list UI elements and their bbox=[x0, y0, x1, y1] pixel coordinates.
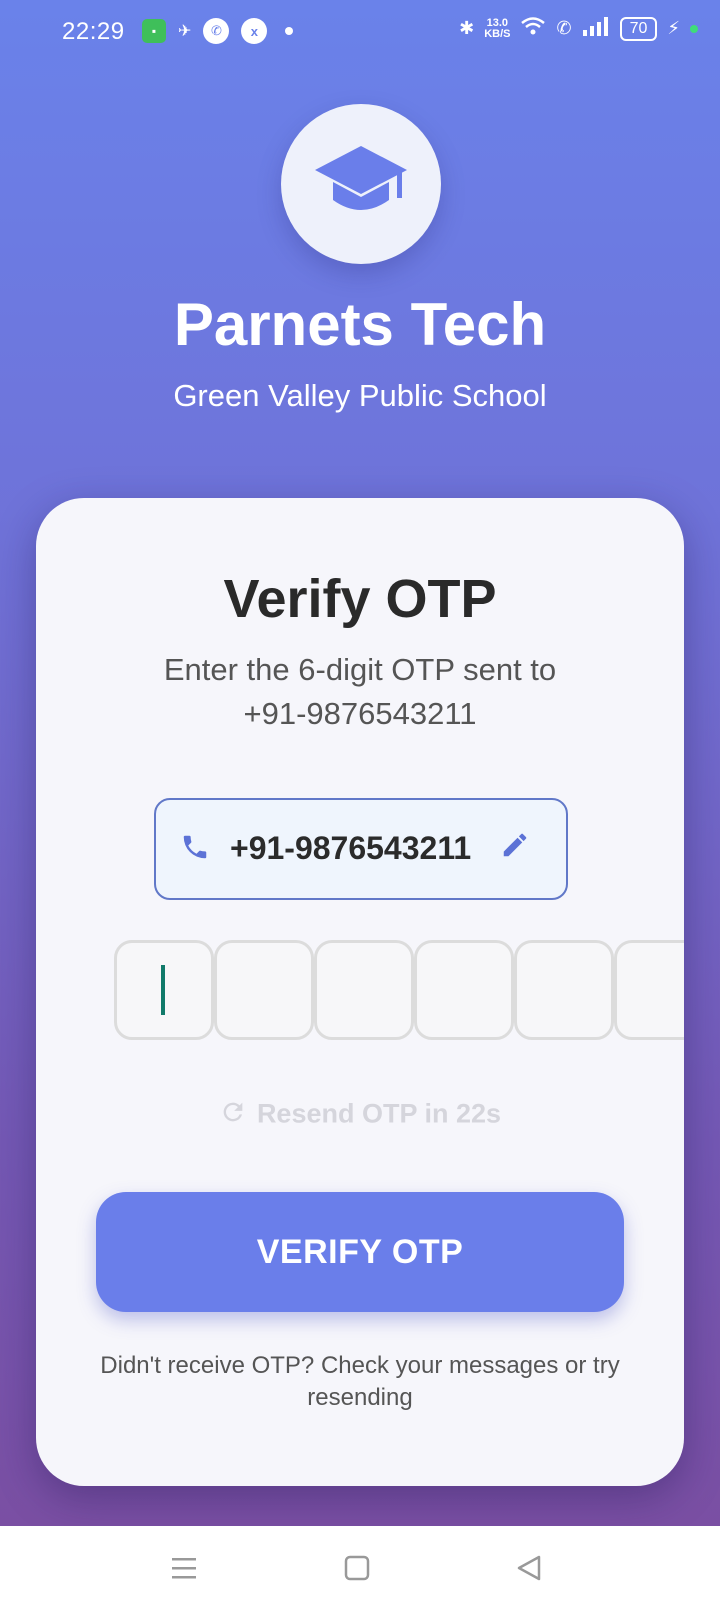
notification-icons: ▪ ✈ ✆ x bbox=[142, 18, 294, 44]
subtitle-line-2: +91-9876543211 bbox=[243, 696, 477, 731]
card-subtitle: Enter the 6-digit OTP sent to +91-987654… bbox=[36, 648, 684, 736]
home-icon[interactable] bbox=[343, 1554, 371, 1587]
text-cursor bbox=[161, 965, 165, 1015]
edit-phone-icon[interactable] bbox=[500, 830, 530, 865]
help-text: Didn't receive OTP? Check your messages … bbox=[86, 1350, 634, 1414]
refresh-icon bbox=[219, 1098, 247, 1133]
app-logo bbox=[281, 104, 441, 264]
app-screen: 22:29 ▪ ✈ ✆ x ✱ 13.0 KB/S ✆ 70 ⚡ Parnets… bbox=[0, 0, 720, 1526]
otp-digit-3[interactable] bbox=[314, 940, 414, 1040]
privacy-indicator-icon bbox=[690, 24, 698, 33]
app-x-icon: x bbox=[241, 18, 268, 44]
verify-otp-button[interactable]: VERIFY OTP bbox=[96, 1192, 624, 1312]
otp-digit-4[interactable] bbox=[414, 940, 514, 1040]
speed-value: 13.0 bbox=[486, 16, 509, 29]
charging-icon: ⚡ bbox=[667, 18, 680, 38]
speed-unit: KB/S bbox=[484, 27, 511, 40]
wifi-icon bbox=[520, 16, 546, 41]
help-text-line-1: Didn't receive OTP? Check your messages … bbox=[100, 1352, 620, 1379]
wifi-call-icon: ✆ bbox=[556, 18, 572, 38]
phone-icon bbox=[180, 832, 210, 867]
running-icon: ✈ bbox=[178, 23, 192, 40]
help-text-line-2: resending bbox=[307, 1384, 413, 1411]
otp-digit-2[interactable] bbox=[214, 940, 314, 1040]
status-bar: 22:29 ▪ ✈ ✆ x ✱ 13.0 KB/S ✆ 70 ⚡ bbox=[0, 0, 720, 64]
otp-digit-6[interactable] bbox=[614, 940, 684, 1040]
system-icons: ✱ 13.0 KB/S ✆ 70 ⚡ bbox=[459, 16, 698, 41]
back-icon[interactable] bbox=[515, 1554, 543, 1587]
signal-icon bbox=[582, 16, 610, 41]
system-navigation-bar bbox=[0, 1526, 720, 1612]
phone-number: +91-9876543211 bbox=[230, 830, 472, 866]
network-speed: 13.0 KB/S bbox=[484, 16, 511, 40]
phone-app-icon: ✆ bbox=[203, 18, 230, 44]
app-notification-icon: ▪ bbox=[142, 19, 166, 43]
otp-digit-1[interactable] bbox=[114, 940, 214, 1040]
subtitle-line-1: Enter the 6-digit OTP sent to bbox=[163, 652, 557, 687]
battery-level: 70 bbox=[619, 16, 658, 41]
otp-digit-5[interactable] bbox=[514, 940, 614, 1040]
school-name: Green Valley Public School bbox=[173, 378, 547, 413]
more-notifications-dot-icon bbox=[285, 27, 294, 35]
resend-otp-timer: Resend OTP in 22s bbox=[36, 1098, 684, 1133]
menu-icon[interactable] bbox=[170, 1554, 198, 1587]
phone-number-box: +91-9876543211 bbox=[154, 798, 568, 900]
graduation-cap-icon bbox=[313, 142, 409, 227]
card-title: Verify OTP bbox=[223, 569, 497, 629]
app-title: Parnets Tech bbox=[173, 291, 547, 358]
otp-card: Verify OTP Enter the 6-digit OTP sent to… bbox=[36, 498, 684, 1486]
status-time: 22:29 bbox=[62, 18, 125, 45]
resend-text: Resend OTP in 22s bbox=[256, 1098, 502, 1129]
bluetooth-icon: ✱ bbox=[459, 18, 475, 38]
